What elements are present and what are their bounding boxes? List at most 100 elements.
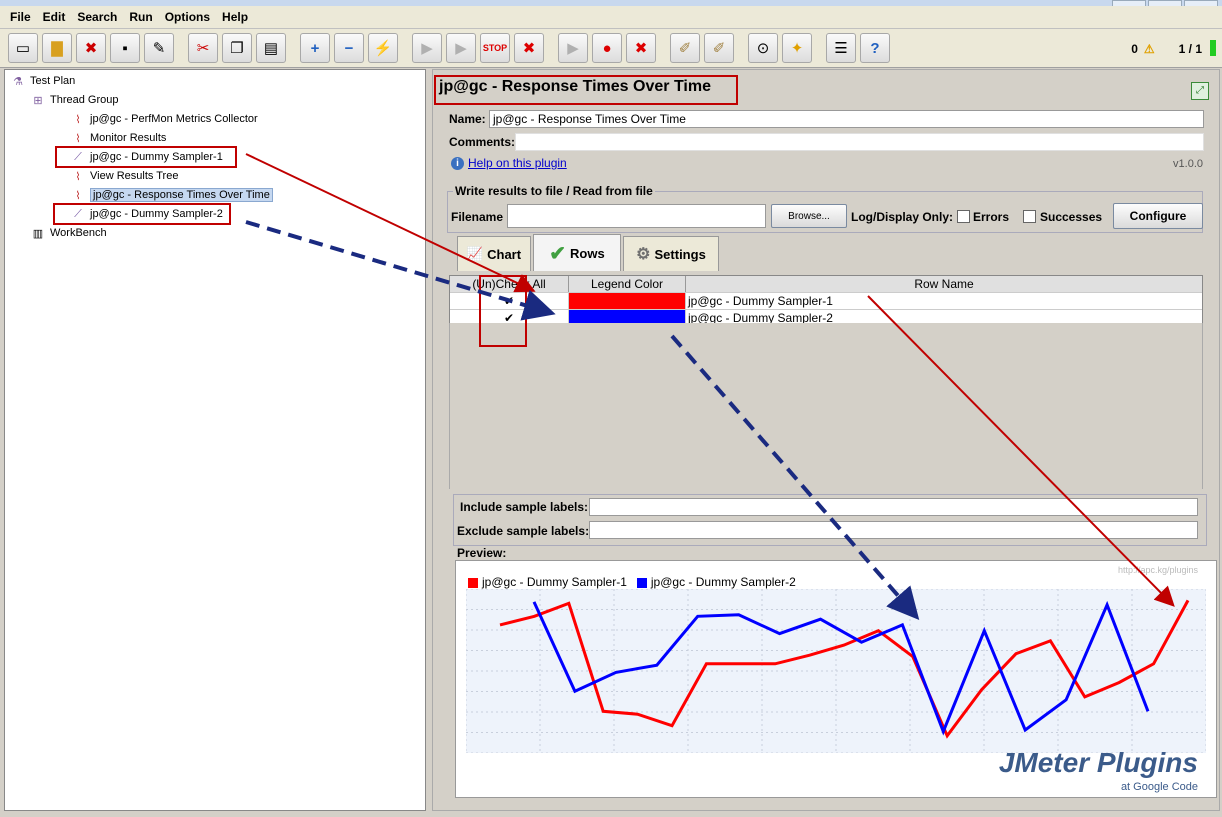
tab-settings[interactable]: ⚙ Settings: [623, 236, 719, 271]
workbench-icon: ▥: [32, 227, 44, 240]
tree-item-thread-group[interactable]: ⊞ Thread Group: [31, 91, 118, 109]
tree-item-label: WorkBench: [50, 227, 107, 239]
start-no-pause-icon[interactable]: ▶: [446, 33, 476, 63]
name-field[interactable]: jp@gc - Response Times Over Time: [489, 110, 1204, 128]
legend-color-header: Legend Color: [569, 276, 686, 292]
include-input[interactable]: [589, 498, 1198, 516]
table-row[interactable]: ✔ jp@gc - Dummy Sampler-1: [450, 293, 1202, 310]
save-icon[interactable]: ▪: [110, 33, 140, 63]
comments-label: Comments:: [449, 135, 516, 149]
menu-search[interactable]: Search: [77, 10, 117, 24]
legend-color-swatch[interactable]: [569, 293, 686, 309]
function-helper-icon[interactable]: ☰: [826, 33, 856, 63]
tree-item-response-times[interactable]: ⌇ jp@gc - Response Times Over Time: [71, 186, 273, 204]
test-plan-tree: ⚗ Test Plan ⊞ Thread Group ⌇ jp@gc - Per…: [4, 69, 426, 811]
clear-all-icon[interactable]: ✐: [704, 33, 734, 63]
version-label: v1.0.0: [1173, 158, 1203, 170]
errors-label: Errors: [973, 210, 1010, 224]
row-name: jp@gc - Dummy Sampler-1: [688, 294, 833, 308]
table-header: (Un)Check All Legend Color Row Name: [450, 276, 1202, 293]
help-link[interactable]: Help on this plugin: [468, 156, 567, 170]
flask-icon: ⚗: [13, 75, 23, 88]
checkmark-icon: ✔: [549, 242, 567, 265]
tab-chart[interactable]: 📈 Chart: [457, 236, 531, 271]
tree-item-view-results-tree[interactable]: ⌇ View Results Tree: [71, 167, 178, 185]
close-icon[interactable]: ✖: [76, 33, 106, 63]
spool-icon: ⊞: [33, 94, 43, 107]
menu-edit[interactable]: Edit: [43, 10, 66, 24]
google-code-logo: at Google Code: [1120, 781, 1198, 793]
rows-table: (Un)Check All Legend Color Row Name ✔ jp…: [449, 275, 1203, 328]
status-counts: 0 ⚠ 1 / 1: [1131, 42, 1202, 56]
browse-button[interactable]: Browse...: [771, 204, 847, 228]
menu-file[interactable]: File: [10, 10, 31, 24]
fullscreen-icon[interactable]: ⤢: [1191, 82, 1209, 100]
toggle-icon[interactable]: ⚡: [368, 33, 398, 63]
successes-label: Successes: [1040, 210, 1103, 224]
menu-help[interactable]: Help: [222, 10, 248, 24]
warning-count: 0: [1131, 42, 1138, 56]
graph-icon: ⌇: [75, 189, 81, 202]
graph-icon: ⌇: [75, 113, 81, 126]
graph-icon: ⌇: [75, 132, 81, 145]
file-group-title: Write results to file / Read from file: [453, 184, 655, 198]
tab-rows[interactable]: ✔ Rows: [533, 234, 621, 271]
remote-start-icon[interactable]: ▶: [558, 33, 588, 63]
jmeter-plugins-logo: JMeter Plugins: [998, 747, 1198, 778]
errors-checkbox[interactable]: [957, 210, 970, 223]
help-icon[interactable]: ?: [860, 33, 890, 63]
tree-item-test-plan[interactable]: ⚗ Test Plan: [11, 72, 75, 90]
exclude-input[interactable]: [589, 521, 1198, 539]
preview-chart: http://apc.kg/plugins jp@gc - Dummy Samp…: [455, 560, 1217, 798]
save-as-icon[interactable]: ✎: [144, 33, 174, 63]
reset-search-icon[interactable]: ✦: [782, 33, 812, 63]
highlight-box-sampler-1: [55, 146, 237, 168]
cut-icon[interactable]: ✂: [188, 33, 218, 63]
tree-item-workbench[interactable]: ▥ WorkBench: [31, 224, 107, 242]
remote-shutdown-icon[interactable]: ✖: [626, 33, 656, 63]
highlight-box-checkboxes: [479, 275, 527, 347]
successes-checkbox[interactable]: [1023, 210, 1036, 223]
tree-item-perfmon[interactable]: ⌇ jp@gc - PerfMon Metrics Collector: [71, 110, 257, 128]
plugin-panel: jp@gc - Response Times Over Time ⤢ Name:…: [432, 69, 1220, 811]
menu-run[interactable]: Run: [129, 10, 152, 24]
chart-plot: [466, 589, 1206, 753]
info-icon: i: [451, 156, 464, 170]
tree-item-label: jp@gc - Response Times Over Time: [90, 188, 273, 202]
expand-icon[interactable]: +: [300, 33, 330, 63]
table-empty-area: [449, 323, 1203, 489]
exclude-label: Exclude sample labels:: [457, 524, 590, 538]
stop-icon[interactable]: STOP: [480, 33, 510, 63]
collapse-icon[interactable]: −: [334, 33, 364, 63]
row-name-header: Row Name: [914, 277, 974, 291]
filename-label: Filename: [451, 210, 504, 224]
remote-stop-icon[interactable]: ●: [592, 33, 622, 63]
highlight-box-sampler-2: [53, 203, 231, 225]
comments-field[interactable]: [515, 133, 1204, 151]
menu-options[interactable]: Options: [165, 10, 210, 24]
new-icon[interactable]: ▭: [8, 33, 38, 63]
highlight-box-title: [434, 75, 738, 105]
search-icon[interactable]: ⊙: [748, 33, 778, 63]
start-icon[interactable]: ▶: [412, 33, 442, 63]
filename-input[interactable]: [507, 204, 766, 228]
chart-watermark: http://apc.kg/plugins: [1117, 565, 1198, 575]
chart-icon: 📈: [466, 246, 484, 261]
copy-icon[interactable]: ❐: [222, 33, 252, 63]
help-link-row: i Help on this plugin: [451, 156, 567, 170]
preview-label: Preview:: [457, 546, 507, 560]
menubar: File Edit Search Run Options Help: [0, 6, 1222, 29]
warning-icon: ⚠: [1143, 42, 1155, 56]
log-display-label: Log/Display Only:: [851, 210, 954, 224]
shutdown-icon[interactable]: ✖: [514, 33, 544, 63]
tree-item-label: Test Plan: [30, 75, 76, 87]
name-label: Name:: [449, 112, 486, 126]
configure-button[interactable]: Configure: [1113, 203, 1203, 229]
tree-item-label: View Results Tree: [90, 170, 179, 182]
clear-icon[interactable]: ✐: [670, 33, 700, 63]
open-icon[interactable]: ▇: [42, 33, 72, 63]
tree-item-monitor-results[interactable]: ⌇ Monitor Results: [71, 129, 166, 147]
paste-icon[interactable]: ▤: [256, 33, 286, 63]
tab-rows-label: Rows: [570, 245, 605, 261]
tree-item-label: Monitor Results: [90, 132, 167, 144]
